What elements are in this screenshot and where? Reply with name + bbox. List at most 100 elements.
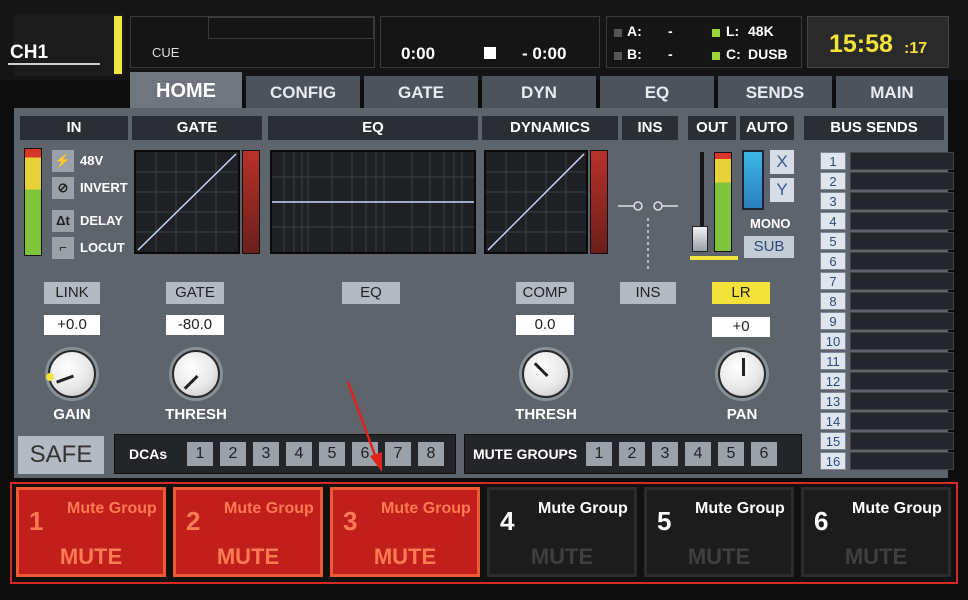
tab-sends[interactable]: SENDS — [718, 76, 832, 110]
gain-value[interactable]: +0.0 — [44, 315, 100, 335]
tab-eq[interactable]: EQ — [600, 76, 714, 110]
comp-knob-pointer — [533, 362, 549, 378]
bus-send-number: 3 — [820, 192, 846, 210]
bus-send-row-14[interactable]: 14 — [820, 412, 954, 430]
bus-send-row-13[interactable]: 13 — [820, 392, 954, 410]
comp-thresh-value[interactable]: 0.0 — [516, 315, 574, 335]
ins-button[interactable]: INS — [620, 282, 676, 304]
phantom-power-icon: ⚡ — [52, 150, 74, 172]
tab-main[interactable]: MAIN — [836, 76, 948, 110]
mute-group-select-3[interactable]: 3 — [652, 442, 678, 466]
gate-thresh-value[interactable]: -80.0 — [166, 315, 224, 335]
bus-send-level — [850, 292, 954, 310]
bus-send-number: 1 — [820, 152, 846, 170]
section-ins-header: INS — [622, 116, 678, 140]
out-fader-area[interactable] — [690, 148, 740, 262]
mute-group-button-5[interactable]: 5 Mute Group MUTE — [644, 487, 794, 577]
gain-knob[interactable] — [48, 350, 96, 398]
out-fader-cap[interactable] — [692, 226, 708, 252]
mute-group-select-6[interactable]: 6 — [751, 442, 777, 466]
bus-send-row-7[interactable]: 7 — [820, 272, 954, 290]
pan-value[interactable]: +0 — [712, 317, 770, 337]
bus-send-row-3[interactable]: 3 — [820, 192, 954, 210]
tab-dyn[interactable]: DYN — [482, 76, 596, 110]
channel-color-strip — [114, 16, 122, 74]
mute-group-title: Mute Group — [381, 500, 471, 517]
eq-graph[interactable] — [270, 150, 476, 254]
eq-button[interactable]: EQ — [342, 282, 400, 304]
bus-send-row-16[interactable]: 16 — [820, 452, 954, 470]
mute-group-number: 2 — [186, 506, 201, 536]
link-button[interactable]: LINK — [44, 282, 100, 304]
cue-label: CUE — [152, 45, 180, 60]
mute-group-button-2[interactable]: 2 Mute Group MUTE — [173, 487, 323, 577]
comp-thresh-knob[interactable] — [522, 350, 570, 398]
invert-icon: ⊘ — [52, 177, 74, 199]
dca-button-8[interactable]: 8 — [418, 442, 444, 466]
eq-curve — [272, 152, 474, 252]
bus-send-row-2[interactable]: 2 — [820, 172, 954, 190]
bus-send-row-12[interactable]: 12 — [820, 372, 954, 390]
mute-groups-selector: MUTE GROUPS 1 2 3 4 5 6 — [464, 434, 802, 474]
stop-icon[interactable] — [484, 47, 496, 59]
mute-group-select-5[interactable]: 5 — [718, 442, 744, 466]
gain-knob-pointer — [56, 374, 75, 384]
bus-send-row-4[interactable]: 4 — [820, 212, 954, 230]
mute-group-button-4[interactable]: 4 Mute Group MUTE — [487, 487, 637, 577]
auto-x-button[interactable]: X — [770, 150, 794, 174]
bus-send-level — [850, 372, 954, 390]
bus-send-row-1[interactable]: 1 — [820, 152, 954, 170]
bus-send-number: 7 — [820, 272, 846, 290]
tab-gate[interactable]: GATE — [364, 76, 478, 110]
bus-send-row-6[interactable]: 6 — [820, 252, 954, 270]
mute-group-number: 4 — [500, 506, 515, 536]
mute-label: MUTE — [687, 544, 751, 569]
dca-button-2[interactable]: 2 — [220, 442, 246, 466]
comp-button[interactable]: COMP — [516, 282, 574, 304]
gate-knob-pointer — [183, 374, 199, 390]
bus-send-level — [850, 352, 954, 370]
bus-send-level — [850, 432, 954, 450]
bus-send-row-9[interactable]: 9 — [820, 312, 954, 330]
bus-send-row-15[interactable]: 15 — [820, 432, 954, 450]
bus-send-level — [850, 252, 954, 270]
safe-button[interactable]: SAFE — [18, 436, 104, 474]
tab-home[interactable]: HOME — [130, 72, 242, 110]
bus-send-row-11[interactable]: 11 — [820, 352, 954, 370]
gate-button[interactable]: GATE — [166, 282, 224, 304]
tab-config[interactable]: CONFIG — [246, 76, 360, 110]
mute-group-select-2[interactable]: 2 — [619, 442, 645, 466]
pan-knob-pointer — [742, 358, 745, 376]
mute-group-button-1[interactable]: 1 Mute Group MUTE — [16, 487, 166, 577]
status-b-value: - — [668, 46, 673, 62]
tab-bar: HOME CONFIG GATE DYN EQ SENDS MAIN — [130, 72, 948, 110]
bus-send-row-5[interactable]: 5 — [820, 232, 954, 250]
bus-send-number: 2 — [820, 172, 846, 190]
pan-knob[interactable] — [718, 350, 766, 398]
mute-group-button-3[interactable]: 3 Mute Group MUTE — [330, 487, 480, 577]
mute-label: MUTE — [844, 544, 908, 569]
input-meter — [24, 148, 42, 256]
mute-group-number: 5 — [657, 506, 672, 536]
gate-meter — [242, 150, 260, 254]
dca-button-1[interactable]: 1 — [187, 442, 213, 466]
lr-button[interactable]: LR — [712, 282, 770, 304]
mute-group-select-4[interactable]: 4 — [685, 442, 711, 466]
dca-button-3[interactable]: 3 — [253, 442, 279, 466]
bus-send-row-10[interactable]: 10 — [820, 332, 954, 350]
bus-send-row-8[interactable]: 8 — [820, 292, 954, 310]
mute-group-title: Mute Group — [67, 500, 157, 517]
gate-thresh-knob[interactable] — [172, 350, 220, 398]
sub-button[interactable]: SUB — [744, 236, 794, 258]
dynamics-graph[interactable] — [484, 150, 588, 254]
status-a-label: A: — [627, 23, 642, 39]
status-a-value: - — [668, 23, 673, 39]
gate-graph[interactable] — [134, 150, 240, 254]
dca-button-4[interactable]: 4 — [286, 442, 312, 466]
status-l-value: 48K — [748, 23, 774, 39]
auto-y-button[interactable]: Y — [770, 178, 794, 202]
mute-group-button-6[interactable]: 6 Mute Group MUTE — [801, 487, 951, 577]
locut-icon: ⌐ — [52, 237, 74, 259]
mute-group-select-1[interactable]: 1 — [586, 442, 612, 466]
gain-indicator-dot — [46, 373, 54, 381]
